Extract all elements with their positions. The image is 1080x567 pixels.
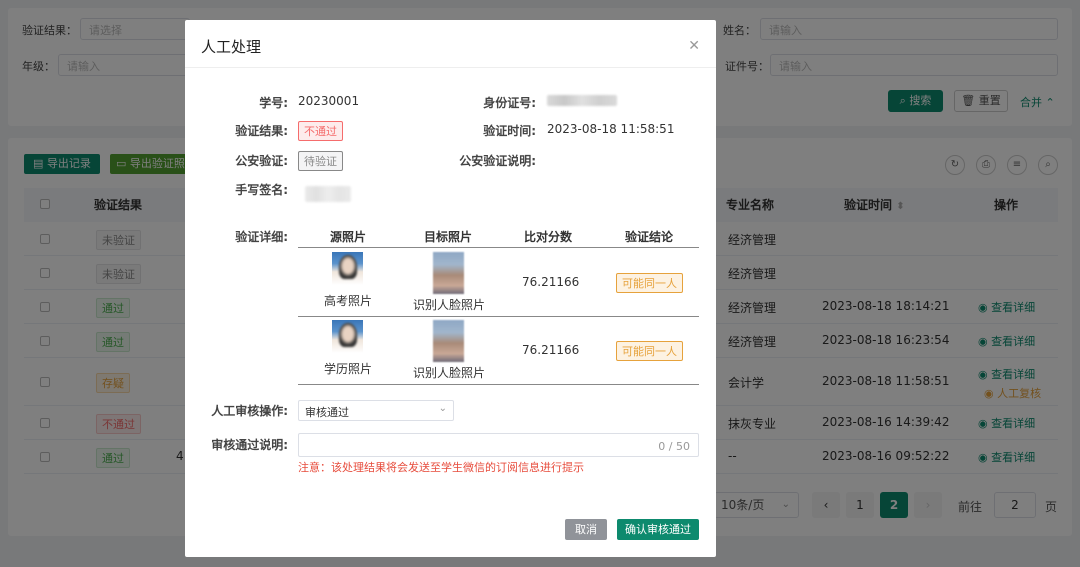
source-photo[interactable] (332, 320, 363, 353)
signature-image (305, 186, 351, 202)
pass-desc-textarea[interactable]: 0 / 50 (298, 433, 699, 457)
verify-detail-label: 验证详细: (235, 230, 288, 244)
col-conclusion: 验证结论 (625, 230, 674, 244)
verify-result-badge: 不通过 (298, 121, 343, 141)
target-photo[interactable] (433, 320, 464, 362)
score-value: 76.21166 (522, 275, 580, 289)
char-count: 0 / 50 (658, 440, 690, 453)
conclusion-badge: 可能同一人 (616, 273, 683, 293)
student-id-value: 20230001 (298, 94, 360, 108)
conclusion-badge: 可能同一人 (616, 341, 683, 361)
id-card-label: 身份证号: (483, 96, 536, 110)
source-photo-caption: 学历照片 (324, 362, 373, 376)
target-photo[interactable] (433, 252, 464, 294)
source-photo[interactable] (332, 252, 363, 285)
col-target-photo: 目标照片 (424, 230, 473, 244)
close-icon[interactable]: ✕ (688, 38, 700, 54)
target-photo-caption: 识别人脸照片 (413, 366, 486, 380)
col-score: 比对分数 (524, 230, 573, 244)
dialog-divider (185, 67, 716, 68)
police-verify-badge: 待验证 (298, 151, 343, 171)
police-verify-label: 公安验证: (235, 154, 288, 168)
confirm-pass-button[interactable]: 确认审核通过 (617, 519, 699, 540)
manual-process-dialog: 人工处理 ✕ 学号: 20230001 身份证号: 验证结果: 不通过 验证时间… (185, 20, 716, 557)
verify-result-label: 验证结果: (235, 124, 288, 138)
source-photo-caption: 高考照片 (324, 294, 373, 308)
detail-row: 学历照片 识别人脸照片 76.21166 可能同一人 (298, 317, 699, 385)
manual-op-select[interactable]: 审核通过 ⌄ (298, 400, 454, 421)
detail-row: 高考照片 识别人脸照片 76.21166 可能同一人 (298, 249, 699, 317)
score-value: 76.21166 (522, 343, 580, 357)
chevron-down-icon: ⌄ (438, 403, 447, 414)
verify-time-label: 验证时间: (483, 124, 536, 138)
student-id-label: 学号: (259, 96, 288, 110)
verify-time-value: 2023-08-18 11:58:51 (547, 122, 675, 136)
detail-table-header: 源照片 目标照片 比对分数 验证结论 (298, 228, 699, 248)
dialog-title: 人工处理 (201, 38, 262, 56)
target-photo-caption: 识别人脸照片 (413, 298, 486, 312)
pass-desc-label: 审核通过说明: (211, 438, 288, 452)
signature-label: 手写签名: (235, 183, 288, 197)
manual-op-label: 人工审核操作: (211, 404, 288, 418)
cancel-button[interactable]: 取消 (565, 519, 607, 540)
col-source-photo: 源照片 (330, 230, 367, 244)
police-desc-label: 公安验证说明: (459, 154, 536, 168)
id-card-value-redacted (547, 95, 617, 106)
notice-text: 注意：该处理结果将会发送至学生微信的订阅信息进行提示 (298, 461, 584, 474)
